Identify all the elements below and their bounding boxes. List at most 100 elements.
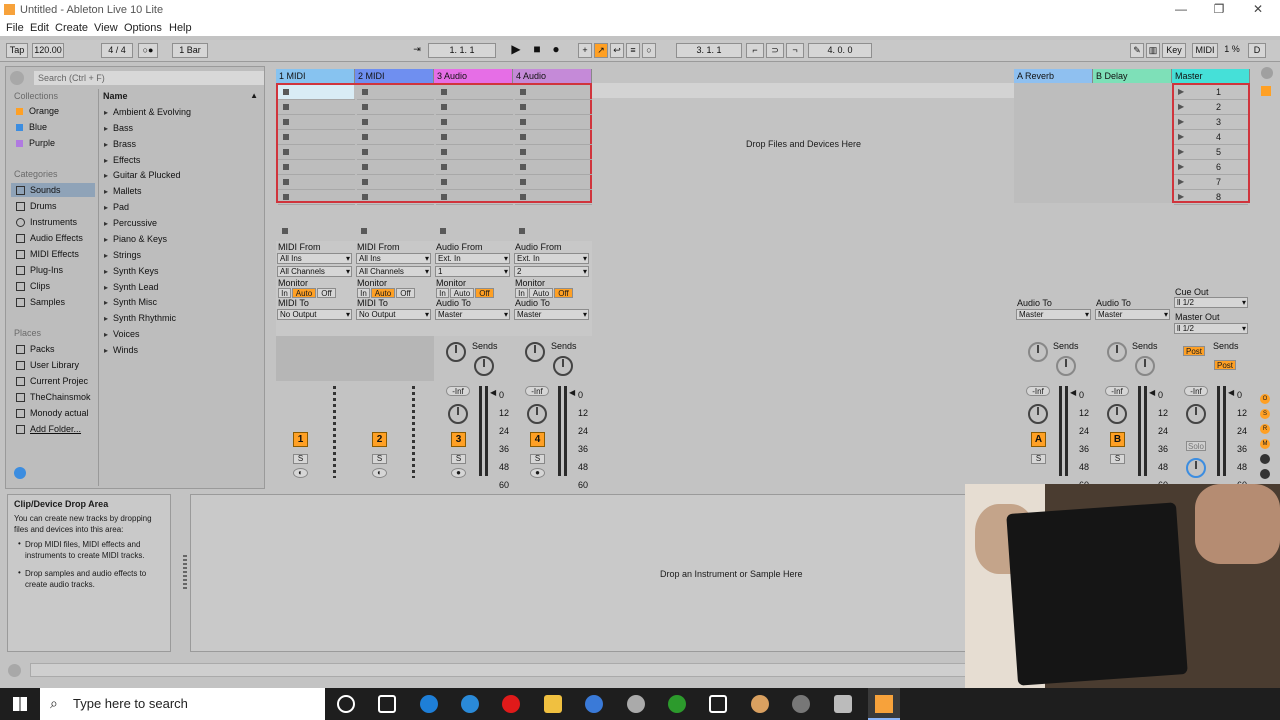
minimize-button[interactable]: — <box>1171 2 1191 16</box>
clip-stop-icon[interactable] <box>283 194 289 200</box>
clip-slot[interactable] <box>515 85 592 100</box>
track3-output-select[interactable]: Master <box>435 309 510 320</box>
browser-toggle-icon[interactable] <box>10 71 24 85</box>
pan-knob[interactable] <box>527 404 547 424</box>
name-column-header[interactable]: Name <box>103 91 128 101</box>
category-plugins[interactable]: Plug-Ins <box>16 263 96 277</box>
place-packs[interactable]: Packs <box>16 342 96 356</box>
track4-input-select[interactable]: Ext. In <box>514 253 589 264</box>
clip-slot[interactable] <box>357 160 434 175</box>
track4-send-b-knob[interactable] <box>553 356 573 376</box>
clip-stop-icon[interactable] <box>362 119 368 125</box>
clip-stop-icon[interactable] <box>362 89 368 95</box>
track4-channel-select[interactable]: 2 <box>514 266 589 277</box>
list-item[interactable]: Winds <box>104 345 138 355</box>
return-b-send-a-knob[interactable] <box>1107 342 1127 362</box>
clip-slot[interactable] <box>436 160 513 175</box>
return-a-output-select[interactable]: Master <box>1016 309 1091 320</box>
edge-icon[interactable] <box>420 695 438 713</box>
automation-arm-icon[interactable]: ↗ <box>594 43 608 58</box>
clip-slot[interactable] <box>357 115 434 130</box>
track-header-a-reverb[interactable]: A Reverb <box>1014 69 1093 83</box>
track1-monitor-auto[interactable]: Auto <box>292 288 316 298</box>
list-item[interactable]: Synth Lead <box>104 282 159 292</box>
clip-slot[interactable] <box>278 130 355 145</box>
clip-stop-icon[interactable] <box>362 164 368 170</box>
clip-stop-icon[interactable] <box>362 179 368 185</box>
track-activator[interactable]: 1 <box>293 432 308 447</box>
detail-resize-handle[interactable] <box>183 555 187 589</box>
pan-knob[interactable] <box>1107 404 1127 424</box>
clip-stop-icon[interactable] <box>520 194 526 200</box>
window-app-icon[interactable] <box>709 695 727 713</box>
midi-map-button[interactable]: MIDI <box>1192 43 1218 58</box>
track4-send-a-knob[interactable] <box>525 342 545 362</box>
returns-section-toggle-icon[interactable]: R <box>1260 424 1270 434</box>
list-item[interactable]: Bass <box>104 123 133 133</box>
loop-start[interactable]: 3. 1. 1 <box>676 43 742 58</box>
computer-keyboard-icon[interactable]: ▥ <box>1146 43 1160 58</box>
track-header-4-audio[interactable]: 4 Audio <box>513 69 592 83</box>
clip-slot[interactable] <box>278 115 355 130</box>
track4-monitor-auto[interactable]: Auto <box>529 288 553 298</box>
search-input[interactable]: Search (Ctrl + F) <box>34 71 264 85</box>
menu-help[interactable]: Help <box>169 22 192 34</box>
volume-readout[interactable]: -Inf <box>1026 386 1050 396</box>
list-item[interactable]: Voices <box>104 329 140 339</box>
track3-monitor-off[interactable]: Off <box>475 288 494 298</box>
cue-volume-knob[interactable] <box>1186 458 1206 478</box>
punch-in-icon[interactable]: ⌐ <box>746 43 764 58</box>
solo-button[interactable]: S <box>1031 454 1046 464</box>
clip-slot[interactable] <box>515 175 592 190</box>
track3-monitor-auto[interactable]: Auto <box>450 288 474 298</box>
pan-knob[interactable] <box>1186 404 1206 424</box>
list-item[interactable]: Percussive <box>104 218 157 228</box>
clip-stop-icon[interactable] <box>283 179 289 185</box>
calculator-icon[interactable] <box>834 695 852 713</box>
clip-slot[interactable] <box>357 175 434 190</box>
tempo-field[interactable]: 120.00 <box>32 43 64 58</box>
menu-edit[interactable]: Edit <box>30 22 49 34</box>
task-view-icon[interactable] <box>378 695 396 713</box>
clip-stop-icon[interactable] <box>362 104 368 110</box>
track-header-b-delay[interactable]: B Delay <box>1093 69 1172 83</box>
place-monody[interactable]: Monody actual <box>16 406 96 420</box>
category-audio-effects[interactable]: Audio Effects <box>16 231 96 245</box>
arrangement-position[interactable]: 1. 1. 1 <box>428 43 496 58</box>
category-instruments[interactable]: Instruments <box>16 215 96 229</box>
list-item[interactable]: Synth Keys <box>104 266 159 276</box>
record-icon[interactable]: ● <box>549 43 563 58</box>
category-sounds[interactable]: Sounds <box>11 183 95 197</box>
clip-slot[interactable] <box>357 130 434 145</box>
tap-button[interactable]: Tap <box>6 43 28 58</box>
crossfader-toggle-icon[interactable] <box>1260 454 1270 464</box>
track4-output-select[interactable]: Master <box>514 309 589 320</box>
clip-slot[interactable] <box>278 100 355 115</box>
app-icon[interactable] <box>751 695 769 713</box>
track-activator[interactable]: 2 <box>372 432 387 447</box>
clip-slot[interactable] <box>278 85 355 100</box>
clip-slot[interactable] <box>278 160 355 175</box>
track-header-2-midi[interactable]: 2 MIDI <box>355 69 434 83</box>
clip-slot[interactable] <box>436 130 513 145</box>
punch-out-icon[interactable]: ¬ <box>786 43 804 58</box>
delay-toggle-icon[interactable] <box>1260 469 1270 479</box>
clip-stop-icon[interactable] <box>283 104 289 110</box>
status-toggle-icon[interactable] <box>8 664 21 677</box>
solo-button[interactable]: S <box>1110 454 1125 464</box>
loop-icon[interactable]: ⊃ <box>766 43 784 58</box>
category-midi-effects[interactable]: MIDI Effects <box>16 247 96 261</box>
list-item[interactable]: Pad <box>104 202 129 212</box>
track2-monitor-off[interactable]: Off <box>396 288 415 298</box>
arm-button[interactable]: ● <box>451 468 466 478</box>
clip-stop-icon[interactable] <box>441 149 447 155</box>
track2-output-select[interactable]: No Output <box>356 309 431 320</box>
clip-stop-icon[interactable] <box>441 164 447 170</box>
track3-channel-select[interactable]: 1 <box>435 266 510 277</box>
add-folder-link[interactable]: Add Folder... <box>16 422 96 436</box>
arm-button[interactable]: ● <box>530 468 545 478</box>
clip-slot[interactable] <box>515 190 592 205</box>
taskbar-search[interactable]: ⌕ Type here to search <box>40 688 325 720</box>
clip-stop-icon[interactable] <box>520 179 526 185</box>
track1-monitor-in[interactable]: In <box>278 288 291 298</box>
